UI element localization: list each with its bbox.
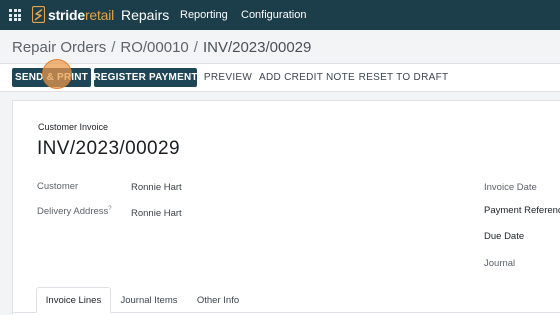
breadcrumb-separator: / xyxy=(111,39,116,56)
send-print-button[interactable]: SEND & PRINT xyxy=(12,68,91,87)
breadcrumb-repair-orders[interactable]: Repair Orders xyxy=(12,39,106,56)
invoice-number-title: INV/2023/00029 xyxy=(37,138,180,159)
due-date-label: Due Date xyxy=(484,231,525,242)
delivery-address-field[interactable]: Ronnie Hart xyxy=(131,208,182,219)
breadcrumb: Repair Orders / RO/00010/INV/2023/00029 xyxy=(12,39,311,56)
brand-name: strideretail xyxy=(48,7,114,23)
app-title[interactable]: Repairs xyxy=(121,7,169,23)
document-type-label: Customer Invoice xyxy=(38,122,109,132)
brand-logo[interactable]: strideretail xyxy=(32,6,114,23)
help-tooltip-icon[interactable]: ? xyxy=(108,206,111,212)
apps-menu-icon[interactable] xyxy=(9,9,21,21)
brand-logo-icon xyxy=(32,6,45,23)
delivery-address-text: Delivery Address xyxy=(37,206,109,218)
add-credit-note-button[interactable]: ADD CREDIT NOTE xyxy=(259,68,355,87)
breadcrumb-repair-order[interactable]: RO/00010 xyxy=(120,39,188,56)
journal-label: Journal xyxy=(484,258,516,269)
customer-field[interactable]: Ronnie Hart xyxy=(131,182,182,193)
menu-reporting[interactable]: Reporting xyxy=(180,9,228,21)
top-navbar: strideretail Repairs Reporting Configura… xyxy=(0,0,560,30)
reset-to-draft-button[interactable]: RESET TO DRAFT xyxy=(359,68,448,87)
invoice-date-label: Invoice Date xyxy=(484,182,537,193)
register-payment-button[interactable]: REGISTER PAYMENT xyxy=(93,68,197,87)
divider xyxy=(0,91,560,92)
invoice-form-sheet: Customer Invoice INV/2023/00029 Customer… xyxy=(12,100,560,315)
tab-other-info[interactable]: Other Info xyxy=(188,287,248,313)
preview-button[interactable]: PREVIEW xyxy=(201,68,255,87)
menu-configuration[interactable]: Configuration xyxy=(241,9,306,21)
customer-label: Customer xyxy=(37,181,79,192)
breadcrumb-separator: / xyxy=(193,39,198,56)
payment-reference-label: Payment Reference xyxy=(484,205,560,216)
tab-journal-items[interactable]: Journal Items xyxy=(113,287,185,313)
action-bar: SEND & PRINT REGISTER PAYMENT PREVIEW AD… xyxy=(0,64,560,91)
brand-name-light: retail xyxy=(84,6,115,23)
tab-invoice-lines[interactable]: Invoice Lines xyxy=(36,287,111,313)
delivery-address-label: Delivery Address? xyxy=(37,206,112,217)
brand-name-bold: stride xyxy=(48,6,85,23)
breadcrumb-current: INV/2023/00029 xyxy=(202,39,312,56)
